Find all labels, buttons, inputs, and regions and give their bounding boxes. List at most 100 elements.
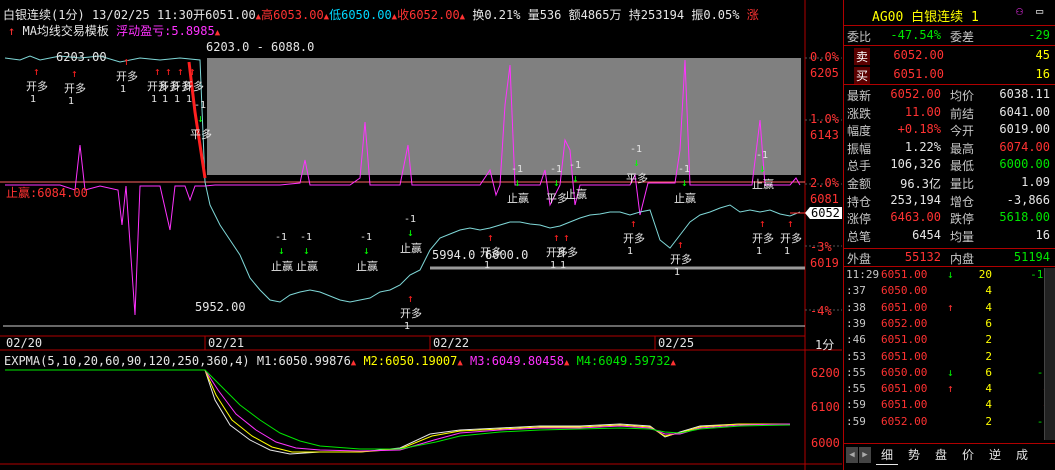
stat-label: 均量 [950,229,975,244]
weicha-label: 委差 [950,30,975,44]
tick-time: :53 [846,349,866,363]
buy-arrow-icon: ↑ [177,65,184,78]
panel-tab[interactable]: 价 [957,447,979,464]
monitor-icon[interactable]: ▭ [1036,4,1043,18]
stat-row: 振幅 1.22% 最高 6074.00 [844,140,1054,156]
buy-volume: 16 [1035,67,1050,81]
panel-tab[interactable]: 盘 [930,447,952,464]
stat-label: 最新 [847,89,872,103]
stat-row: 总笔 6454 均量 16 [844,228,1054,244]
panel-tab[interactable]: 逆 [984,447,1006,464]
stat-value: 6463.00 [890,210,941,225]
price-axis-label: 6143 [810,128,839,142]
expma-axis-label: 6100 [811,400,840,414]
stat-row: 幅度 +0.18% 今开 6019.00 [844,122,1054,138]
weibi-row: 委比 -47.54% 委差 -29 [844,28,1054,44]
signal-count: -1 [194,100,207,111]
tick-time: :55 [846,382,866,396]
price-axis-label: -3% [810,240,832,254]
signal-label: 止赢 [752,178,774,191]
tick-volume: 6 [985,365,992,379]
expma-axis-label: 6200 [811,366,840,380]
quote-panel: AG00 白银连续 1 ⚇ ▭ 委比 -47.54% 委差 -29 卖 6052… [843,0,1055,470]
sell-arrow-icon: ↓ [303,244,310,257]
sell-arrow-icon: ↓ [572,172,579,185]
stop-label: 止赢:6084.00 [6,186,88,200]
expma-m3 [5,369,791,452]
tick-row[interactable]: :556051.00↑44 [844,382,1054,397]
buy-arrow-icon: ↑ [487,231,494,244]
tick-scrollbar[interactable] [1044,268,1055,440]
price-axis-label: 0.0% [810,50,839,64]
panel-tab[interactable]: 势 [903,447,925,464]
stat-label: 最高 [950,141,975,156]
signal-label: 开多 [623,232,645,245]
signal-count: 1 [627,246,634,257]
panel-code: AG00 [872,10,904,25]
signal-label: 开多 [670,253,692,266]
tick-row[interactable]: :386051.00↑40 [844,301,1054,316]
sell-arrow-icon: ↓ [278,244,285,257]
panel-tab[interactable]: 成 [1011,447,1033,464]
tick-row[interactable]: :396052.0060 [844,317,1054,332]
tick-row[interactable]: 11:29 6051.00 ↓ 20 -18 [844,268,1054,283]
buy-arrow-icon: ↑ [154,65,161,78]
down-arrow-icon: ↓ [947,268,954,281]
signal-label: 止赢 [507,192,529,205]
stat-label: 幅度 [847,124,872,139]
signal-label: 止赢 [565,188,587,201]
signal-count: -1 [511,164,524,175]
panel-tab[interactable]: 细 [876,447,898,465]
expma-m2-value: M2:6050.19007 [363,354,458,368]
tick-time: :59 [846,398,866,412]
stat-row: 金额 96.3亿 量比 1.09 [844,175,1054,191]
stat-label: 涨跌 [847,106,872,121]
stat-value: 6074.00 [999,139,1050,154]
glasses-icon[interactable]: ⚇ [1016,4,1023,18]
range-label: 6203.0 - 6088.0 [206,40,315,54]
signal-label: 开多 [780,232,802,245]
ask-row[interactable]: 卖 6052.00 45 [844,48,1054,65]
signal-count: -1 [300,232,313,243]
tick-row[interactable]: :556050.00↓6-2 [844,366,1054,381]
tab-left-arrow[interactable]: ◀ [846,447,858,463]
stat-label: 总笔 [847,229,872,244]
panel-name: 白银连续 [911,10,964,25]
signal-label: 止赢 [400,242,422,255]
sell-arrow-icon: ↓ [514,176,521,189]
bid-row[interactable]: 买 6051.00 16 [844,67,1054,84]
signal-count: 1 [174,94,181,105]
tab-right-arrow[interactable]: ▶ [859,447,871,463]
tick-price: 6051.00 [881,333,928,347]
stat-label: 涨停 [847,212,872,227]
tick-row[interactable]: :536051.0020 [844,350,1054,365]
signal-count: -1 [630,144,643,155]
signal-count: 1 [550,260,557,271]
tick-row[interactable]: :466051.0022 [844,333,1054,348]
tick-row[interactable]: :596052.002-2 [844,415,1054,430]
sell-price: 6052.00 [893,48,944,62]
date-label: 02/20 [6,336,43,350]
stat-value: 1.09 [1021,175,1050,189]
buy-arrow-icon: ↑ [407,292,414,305]
stat-value: 6019.00 [999,122,1050,137]
stat-value: 253,194 [890,192,941,207]
price-axis-label: 2.0% [810,176,839,190]
tick-row[interactable]: :376050.0040 [844,284,1054,299]
tick-volume: 2 [985,333,992,347]
signal-count: -1 [678,164,691,175]
signal-label: 止赢 [674,192,696,205]
stat-value: 1.22% [904,139,941,154]
signal-label: 开多 [64,82,86,95]
tick-time: 11:29 [846,268,880,281]
inner-value: 51194 [1013,250,1050,264]
stat-value: 6041.00 [999,104,1050,119]
signal-count: -1 [550,164,563,175]
signal-label: 开多 [556,246,578,259]
tick-row[interactable]: :596051.0044 [844,398,1054,413]
tick-price: 6051.00 [881,382,928,396]
chart-area[interactable]: 白银连续(1分) 13/02/25 11:30开6051.00▲高6053.00… [0,0,842,470]
stat-row: 最新 6052.00 均价 6038.11 [844,87,1054,103]
stat-value: 16 [1035,227,1050,242]
signal-count: 1 [560,260,567,271]
